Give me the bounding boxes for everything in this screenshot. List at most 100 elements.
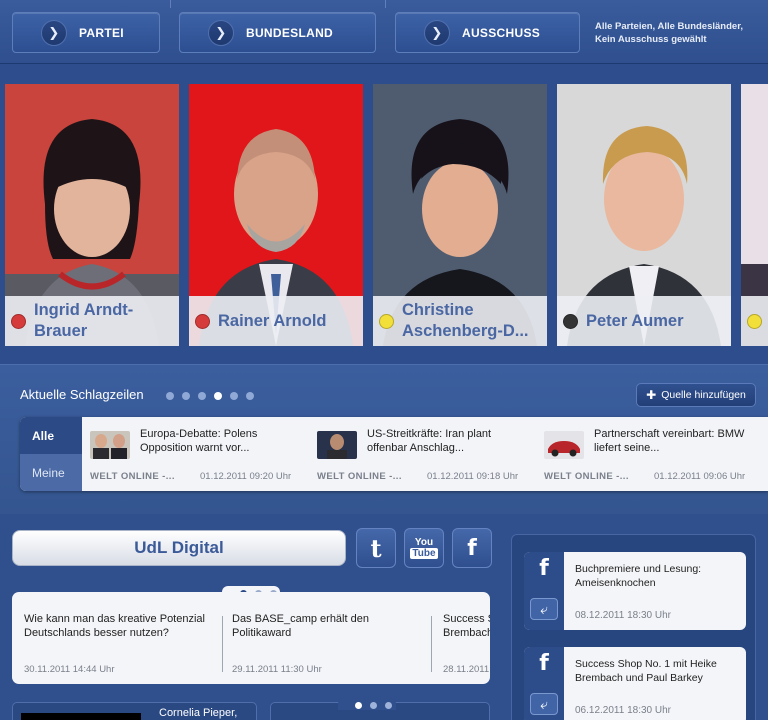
twitter-icon: t — [370, 533, 382, 563]
feed-item[interactable]: Wie kann man das kreative Potenzial Deut… — [12, 592, 222, 684]
committee-filter-button[interactable]: ❯ AUSSCHUSS — [395, 12, 580, 53]
politician-name-bar: Christine Aschenberg-D... — [373, 296, 547, 346]
facebook-icon: f — [467, 535, 477, 561]
chevron-right-icon: ❯ — [41, 19, 67, 46]
party-indicator — [563, 313, 578, 329]
udl-digital-button[interactable]: UdL Digital — [12, 530, 346, 566]
page-dot[interactable] — [370, 702, 377, 709]
page-dot-active[interactable] — [355, 702, 362, 709]
udl-feed-panel: Wie kann man das kreative Potenzial Deut… — [12, 592, 490, 684]
feed-item-text: Success Shop No. 1 mit Heike Brembach un… — [443, 613, 490, 639]
tab-all[interactable]: Alle — [20, 417, 82, 454]
headline-item[interactable]: Europa-Debatte: Polens Opposition warnt … — [82, 417, 309, 491]
politician-name: Peter Aumer — [586, 311, 684, 330]
committee-filter-label: AUSSCHUSS — [462, 25, 541, 40]
tab-mine[interactable]: Meine — [20, 454, 82, 491]
party-indicator — [11, 313, 26, 329]
filter-status-text: Alle Parteien, Alle Bundesländer, Kein A… — [595, 21, 744, 45]
headline-item[interactable]: US-Streitkräfte: Iran plant offenbar Ans… — [309, 417, 536, 491]
teaser-box[interactable]: Cornelia Pieper, — [12, 702, 257, 720]
feed-divider — [431, 616, 432, 672]
feed-item-date: 29.11.2011 11:30 Uhr — [232, 664, 322, 675]
headline-source: WELT ONLINE -... — [90, 471, 175, 482]
headlines-page-indicator[interactable] — [166, 392, 254, 400]
facebook-post[interactable]: f ⤶ Success Shop No. 1 mit Heike Brembac… — [524, 647, 746, 720]
page-dot[interactable] — [198, 392, 206, 400]
feed-item-date: 30.11.2011 14:44 Uhr — [24, 664, 115, 675]
politician-card[interactable]: Peter Aumer — [557, 84, 731, 346]
chevron-right-icon: ❯ — [424, 19, 450, 46]
facebook-post-sidebar: f ⤶ — [524, 552, 564, 630]
state-filter-label: BUNDESLAND — [246, 25, 333, 40]
feed-item-date: 28.11.2011 18:30 Uhr — [443, 664, 490, 675]
party-indicator — [379, 313, 394, 329]
top-notch — [170, 0, 386, 8]
politician-card[interactable]: Christine Aschenberg-D... — [373, 84, 547, 346]
headline-text: Partnerschaft vereinbart: BMW liefert se… — [594, 428, 745, 454]
teaser-video-thumbnail — [21, 713, 141, 720]
chevron-right-icon: ❯ — [208, 19, 234, 46]
facebook-post[interactable]: f ⤶ Buchpremiere und Lesung: Ameisenknoc… — [524, 552, 746, 630]
youtube-icon-tube: Tube — [410, 548, 438, 559]
feed-item[interactable]: Success Shop No. 1 mit Heike Brembach un… — [443, 592, 490, 684]
politician-name-bar: Ingrid Arndt- Brauer — [5, 296, 179, 346]
headline-time: 01.12.2011 09:06 Uhr — [654, 471, 746, 482]
headline-source: WELT ONLINE -... — [317, 471, 402, 482]
party-indicator — [195, 313, 210, 329]
facebook-post-date: 06.12.2011 18:30 Uhr — [575, 705, 672, 716]
feed-item-text: Wie kann man das kreative Potenzial Deut… — [24, 613, 205, 639]
party-indicator — [747, 313, 762, 329]
page-dot[interactable] — [246, 392, 254, 400]
twitter-button[interactable]: t — [356, 528, 396, 568]
page-dot[interactable] — [230, 392, 238, 400]
facebook-button[interactable]: f — [452, 528, 492, 568]
state-filter-button[interactable]: ❯ BUNDESLAND — [179, 12, 376, 53]
page-dot[interactable] — [385, 702, 392, 709]
politician-carousel[interactable]: Ingrid Arndt- Brauer Rainer Arnold Chris… — [0, 64, 768, 364]
teaser-text: Cornelia Pieper, — [159, 707, 238, 719]
headline-thumbnail — [544, 431, 584, 459]
facebook-post-text: Buchpremiere und Lesung: Ameisenknochen — [575, 563, 702, 589]
feed-item-text: Das BASE_camp erhält den Politikaward — [232, 613, 369, 639]
page-dot-active[interactable] — [214, 392, 222, 400]
headline-text: US-Streitkräfte: Iran plant offenbar Ans… — [367, 428, 492, 454]
politician-name: Ingrid Arndt- Brauer — [34, 301, 134, 340]
plus-icon: ✚ — [646, 388, 657, 402]
share-icon[interactable]: ⤶ — [530, 693, 558, 715]
youtube-button[interactable]: You Tube — [404, 528, 444, 568]
add-source-label: Quelle hinzufügen — [661, 389, 746, 401]
party-filter-button[interactable]: ❯ PARTEI — [12, 12, 160, 53]
youtube-icon: You — [414, 537, 434, 548]
politician-card[interactable] — [741, 84, 768, 346]
bottom-page-indicator[interactable] — [355, 702, 392, 709]
party-filter-label: PARTEI — [79, 25, 124, 40]
headline-thumbnail — [317, 431, 357, 459]
facebook-post-date: 08.12.2011 18:30 Uhr — [575, 610, 672, 621]
page-dot[interactable] — [182, 392, 190, 400]
politician-card[interactable]: Ingrid Arndt- Brauer — [5, 84, 179, 346]
share-icon[interactable]: ⤶ — [530, 598, 558, 620]
headline-time: 01.12.2011 09:20 Uhr — [200, 471, 292, 482]
politician-card[interactable]: Rainer Arnold — [189, 84, 363, 346]
politician-name: Rainer Arnold — [218, 311, 327, 330]
politician-name-bar: Peter Aumer — [557, 296, 731, 346]
headline-text: Europa-Debatte: Polens Opposition warnt … — [140, 428, 258, 454]
headline-thumbnail — [90, 431, 130, 459]
feed-item[interactable]: Das BASE_camp erhält den Politikaward 29… — [220, 592, 430, 684]
politician-name-bar: Rainer Arnold — [189, 296, 363, 346]
facebook-post-text: Success Shop No. 1 mit Heike Brembach un… — [575, 658, 717, 684]
headlines-panel: Alle Meine Europa-Debatte: Polens Opposi… — [20, 417, 768, 491]
headline-source: WELT ONLINE -... — [544, 471, 629, 482]
headline-time: 01.12.2011 09:18 Uhr — [427, 471, 519, 482]
facebook-feed-column: f ⤶ Buchpremiere und Lesung: Ameisenknoc… — [511, 534, 756, 720]
facebook-icon: f — [539, 651, 549, 676]
facebook-post-sidebar: f ⤶ — [524, 647, 564, 720]
headline-item[interactable]: Partnerschaft vereinbart: BMW liefert se… — [536, 417, 768, 491]
page-dot[interactable] — [166, 392, 174, 400]
headlines-tabs: Alle Meine — [20, 417, 82, 491]
filter-bar: ❯ PARTEI ❯ BUNDESLAND ❯ AUSSCHUSS Alle P… — [0, 0, 768, 64]
facebook-icon: f — [539, 556, 549, 581]
headlines-title: Aktuelle Schlagzeilen — [20, 387, 144, 402]
add-source-button[interactable]: ✚ Quelle hinzufügen — [636, 383, 756, 407]
udl-section: UdL Digital t You Tube f Wie kann man da… — [0, 514, 768, 720]
